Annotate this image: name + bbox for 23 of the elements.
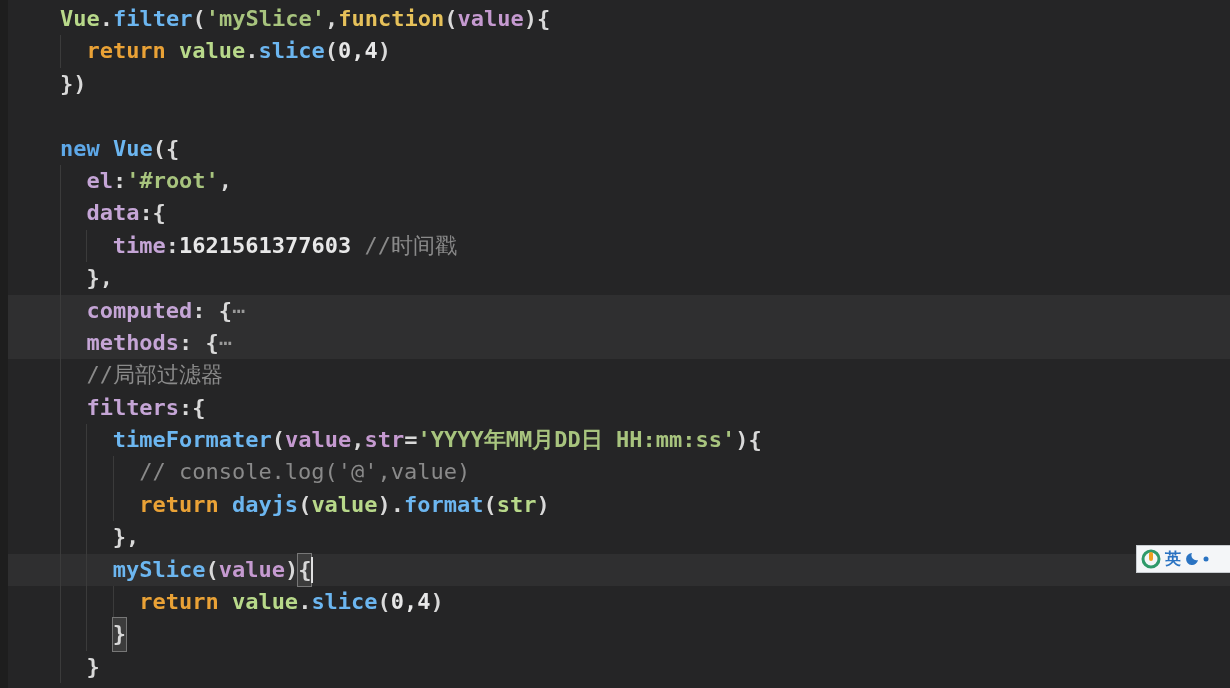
code-line: methods: {⋯ [86, 328, 233, 357]
code-line: return value.slice(0,4) [139, 588, 444, 617]
code-line: filters:{ [86, 393, 206, 422]
code-line: }, [86, 264, 113, 293]
code-line: } [86, 652, 100, 681]
code-line: time:1621561377603 //时间戳 [112, 231, 457, 260]
code-line: data:{ [86, 199, 166, 228]
code-line: el:'#root', [86, 166, 233, 195]
code-comment: //局部过滤器 [86, 361, 223, 390]
code-line: Vue.filter('mySlice',function(value){ [60, 5, 551, 33]
code-comment: // console.log('@',value) [139, 458, 471, 487]
dot-icon [1203, 556, 1209, 562]
code-line: return value.slice(0,4) [86, 37, 392, 66]
code-line: timeFormater(value,str='YYYY年MM月DD日 HH:mm:ss'){ [112, 426, 762, 455]
power-icon [1141, 549, 1161, 569]
code-line: mySlice(value){ [112, 553, 312, 587]
code-line: }, [112, 523, 140, 552]
code-line: new Vue({ [60, 134, 180, 163]
code-line: computed: {⋯ [86, 296, 246, 325]
input-mode-label[interactable]: 英 [1165, 548, 1181, 570]
code-line: return dayjs(value).format(str) [139, 490, 550, 519]
moon-icon [1185, 552, 1199, 566]
code-line: }) [60, 69, 87, 98]
